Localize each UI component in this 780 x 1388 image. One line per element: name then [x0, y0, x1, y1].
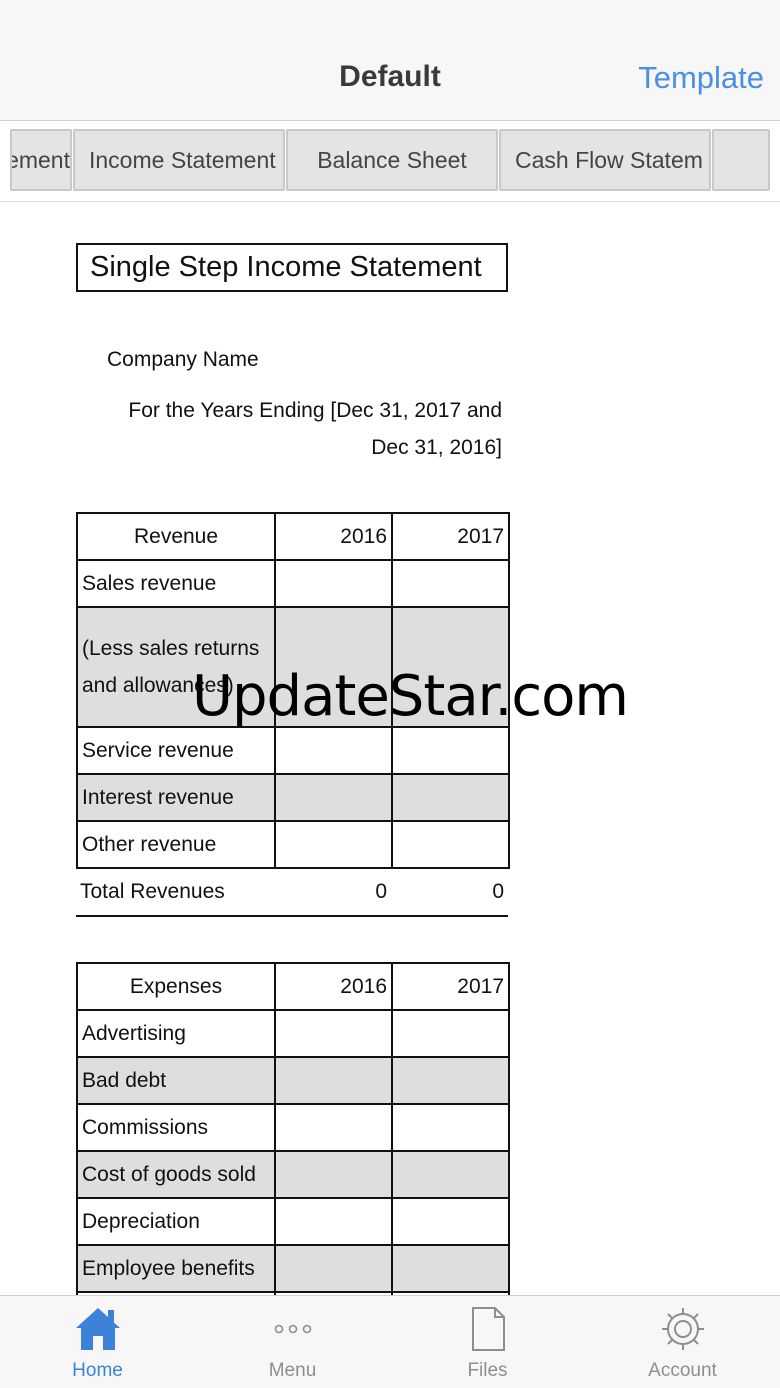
gear-icon — [585, 1304, 780, 1354]
tab-account-label: Account — [648, 1360, 717, 1381]
value-cell-2016[interactable] — [274, 1103, 393, 1152]
value-cell-2016[interactable] — [274, 559, 393, 608]
tab-label: ement — [10, 147, 70, 173]
tab-menu[interactable]: Menu — [195, 1296, 390, 1388]
tab-balance-sheet[interactable]: Balance Sheet — [286, 129, 498, 191]
row-label-cell[interactable]: Commissions — [76, 1103, 276, 1152]
tab-income-statement[interactable]: Income Statement — [73, 129, 285, 191]
row-label-cell[interactable]: Sales revenue — [76, 559, 276, 608]
value-cell-2017[interactable] — [391, 1009, 510, 1058]
row-label-cell[interactable]: Service revenue — [76, 726, 276, 775]
expenses-header-cell[interactable]: Expenses — [76, 962, 276, 1011]
table-header-row: Expenses 2016 2017 — [76, 962, 510, 1011]
document-icon — [390, 1304, 585, 1354]
value-cell-2017[interactable] — [391, 1150, 510, 1199]
tab-home[interactable]: Home — [0, 1296, 195, 1388]
year-2016-header-cell[interactable]: 2016 — [274, 962, 393, 1011]
total-revenues-label[interactable]: Total Revenues — [80, 868, 225, 915]
value-cell-2016[interactable] — [274, 1197, 393, 1246]
total-revenues-2016[interactable]: 0 — [274, 868, 387, 915]
period-text[interactable]: For the Years Ending [Dec 31, 2017 and D… — [90, 392, 502, 466]
row-label-cell[interactable]: Interest revenue — [76, 773, 276, 822]
navigation-bar: Default Template — [0, 0, 780, 121]
value-cell-2017[interactable] — [391, 1103, 510, 1152]
value-cell-2016[interactable] — [274, 1244, 393, 1293]
tab-files[interactable]: Files — [390, 1296, 585, 1388]
row-label-cell[interactable]: Cost of goods sold — [76, 1150, 276, 1199]
table-row: Bad debt — [76, 1056, 510, 1105]
row-label-cell[interactable]: Depreciation — [76, 1197, 276, 1246]
table-row: Other revenue — [76, 820, 510, 869]
value-cell-2016[interactable] — [274, 1150, 393, 1199]
tab-previous-statement[interactable]: ement — [10, 129, 72, 191]
total-revenues-2017[interactable]: 0 — [391, 868, 504, 915]
table-row: Sales revenue — [76, 559, 510, 608]
period-line-2: Dec 31, 2016] — [371, 436, 502, 459]
value-cell-2016[interactable] — [274, 726, 393, 775]
tab-menu-label: Menu — [268, 1360, 317, 1381]
period-line-1: For the Years Ending [Dec 31, 2017 and — [128, 399, 502, 422]
row-label-cell[interactable]: Bad debt — [76, 1056, 276, 1105]
value-cell-2017[interactable] — [391, 1056, 510, 1105]
value-cell-2017[interactable] — [391, 1244, 510, 1293]
table-row: Depreciation — [76, 1197, 510, 1246]
tab-cash-flow-statement[interactable]: Cash Flow Statem — [499, 129, 711, 191]
tab-account[interactable]: Account — [585, 1296, 780, 1388]
total-revenues-row: Total Revenues 0 0 — [76, 868, 508, 917]
spreadsheet-view[interactable]: Single Step Income Statement Company Nam… — [0, 202, 780, 1295]
watermark: UpdateStar.com — [192, 664, 629, 729]
value-cell-2017[interactable] — [391, 1197, 510, 1246]
value-cell-2016[interactable] — [274, 1009, 393, 1058]
value-cell-2017[interactable] — [391, 820, 510, 869]
table-row: Commissions — [76, 1103, 510, 1152]
company-name[interactable]: Company Name — [107, 348, 259, 372]
table-row: Service revenue — [76, 726, 510, 775]
row-label-cell[interactable]: Employee benefits — [76, 1244, 276, 1293]
tab-home-label: Home — [72, 1360, 123, 1381]
sheet-tab-strip[interactable]: ement Income Statement Balance Sheet Cas… — [0, 121, 780, 202]
value-cell-2016[interactable] — [274, 1056, 393, 1105]
template-button[interactable]: Template — [638, 60, 764, 96]
year-2017-header-cell[interactable]: 2017 — [391, 962, 510, 1011]
value-cell-2017[interactable] — [391, 773, 510, 822]
table-header-row: Revenue 2016 2017 — [76, 512, 510, 561]
tab-files-label: Files — [467, 1360, 508, 1381]
table-row: Advertising — [76, 1009, 510, 1058]
tab-next[interactable] — [712, 129, 770, 191]
statement-title[interactable]: Single Step Income Statement — [76, 243, 508, 292]
revenue-header-cell[interactable]: Revenue — [76, 512, 276, 561]
year-2017-header-cell[interactable]: 2017 — [391, 512, 510, 561]
year-2016-header-cell[interactable]: 2016 — [274, 512, 393, 561]
value-cell-2016[interactable] — [274, 773, 393, 822]
table-row: Cost of goods sold — [76, 1150, 510, 1199]
house-icon — [0, 1304, 195, 1354]
table-row: Interest revenue — [76, 773, 510, 822]
row-label-cell[interactable]: Advertising — [76, 1009, 276, 1058]
ellipsis-icon — [195, 1304, 390, 1354]
bottom-tab-bar: Home Menu Files Account — [0, 1295, 780, 1388]
value-cell-2017[interactable] — [391, 726, 510, 775]
expenses-table: Expenses 2016 2017 Advertising Bad debt … — [76, 962, 510, 1295]
value-cell-2016[interactable] — [274, 820, 393, 869]
table-row: Employee benefits — [76, 1244, 510, 1293]
row-label-cell[interactable]: Other revenue — [76, 820, 276, 869]
value-cell-2017[interactable] — [391, 559, 510, 608]
